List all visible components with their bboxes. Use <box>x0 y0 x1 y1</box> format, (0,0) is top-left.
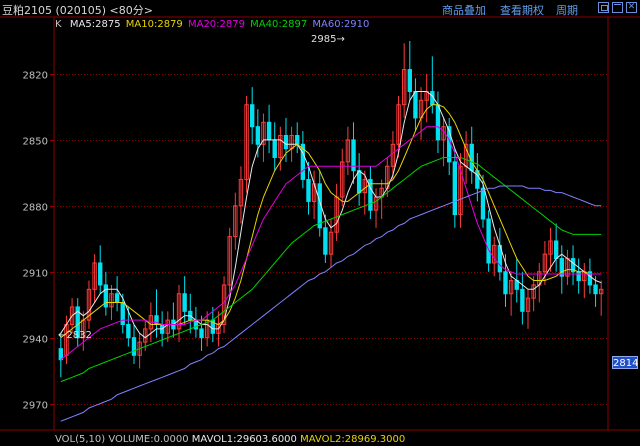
ma40-line <box>60 157 602 383</box>
mavol2-value: MAVOL2:28969.3000 <box>300 434 406 445</box>
y-tick-label: 2820 <box>23 71 48 82</box>
candle-body <box>413 91 418 119</box>
y-tick-label: 2940 <box>23 335 48 346</box>
ma60-value: MA60:2910 <box>312 19 370 30</box>
candle-body <box>199 328 204 339</box>
high-annotation: 2985→ <box>311 34 345 45</box>
candle-body <box>576 271 581 282</box>
ma-legend: K MA5:2875 MA10:2879 MA20:2879 MA40:2897… <box>55 19 371 30</box>
ma20-value: MA20:2879 <box>187 19 245 30</box>
candle-body <box>120 302 125 326</box>
candle-body <box>266 121 272 141</box>
ma5-line <box>60 91 602 339</box>
candle-body <box>323 227 328 255</box>
candle-body <box>58 348 64 361</box>
candle-body <box>295 134 300 145</box>
y-tick-label: 2850 <box>23 137 48 148</box>
candle-body <box>469 143 474 172</box>
candle-body <box>486 218 491 264</box>
candle-body <box>114 293 120 304</box>
candle-body <box>283 134 289 150</box>
candle-body <box>407 69 412 93</box>
candle-body <box>250 104 255 128</box>
candle-body <box>520 288 525 312</box>
ma10-value: MA10:2879 <box>125 19 183 30</box>
candle-body <box>356 170 362 194</box>
candle-body <box>503 271 508 295</box>
ma40-value: MA40:2897 <box>250 19 308 30</box>
candle-body <box>553 240 559 260</box>
ma5-value: MA5:2875 <box>69 19 121 30</box>
candle-body <box>131 337 137 356</box>
candlestick-chart[interactable]: 2970 2940 2910 2880 2850 2820 <box>0 0 640 446</box>
candle-body <box>306 178 311 202</box>
y-tick-label: 2880 <box>23 203 48 214</box>
current-price-tag: 2814 <box>612 356 639 369</box>
candle-body <box>182 293 187 312</box>
y-tick-label: 2910 <box>23 269 48 280</box>
candle-body <box>126 324 131 339</box>
candle-body <box>98 262 103 286</box>
low-annotation: ←2832 <box>58 330 92 341</box>
candle-body <box>480 187 486 220</box>
k-label: K <box>55 19 62 30</box>
mavol1-value: MAVOL1:29603.6000 <box>191 434 297 445</box>
candle-body <box>272 139 277 158</box>
volume-value: VOLUME:0.0000 <box>108 434 189 445</box>
candle-body <box>435 104 441 141</box>
candle-body <box>593 284 598 295</box>
vol-params: VOL(5,10) <box>55 434 106 445</box>
candle-body <box>255 126 261 145</box>
y-tick-label: 2970 <box>23 401 48 412</box>
volume-legend: VOL(5,10) VOLUME:0.0000 MAVOL1:29603.600… <box>55 434 405 445</box>
candle-body <box>452 161 458 216</box>
